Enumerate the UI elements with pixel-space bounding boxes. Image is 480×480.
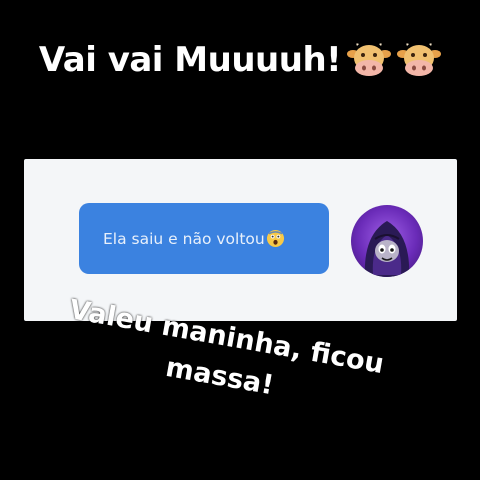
top-caption-text: Vai vai Muuuuh!: [38, 40, 342, 80]
astonished-face-icon: [266, 229, 284, 248]
message-bubble[interactable]: Ela saiu e não voltou: [79, 203, 329, 274]
message-text: Ela saiu e não voltou: [103, 229, 265, 248]
top-caption: Vai vai Muuuuh!: [0, 40, 480, 80]
cow-face-icon: [347, 43, 392, 76]
cow-face-icon: [397, 43, 442, 76]
avatar[interactable]: [351, 205, 423, 277]
hooded-character-avatar: [364, 221, 410, 277]
